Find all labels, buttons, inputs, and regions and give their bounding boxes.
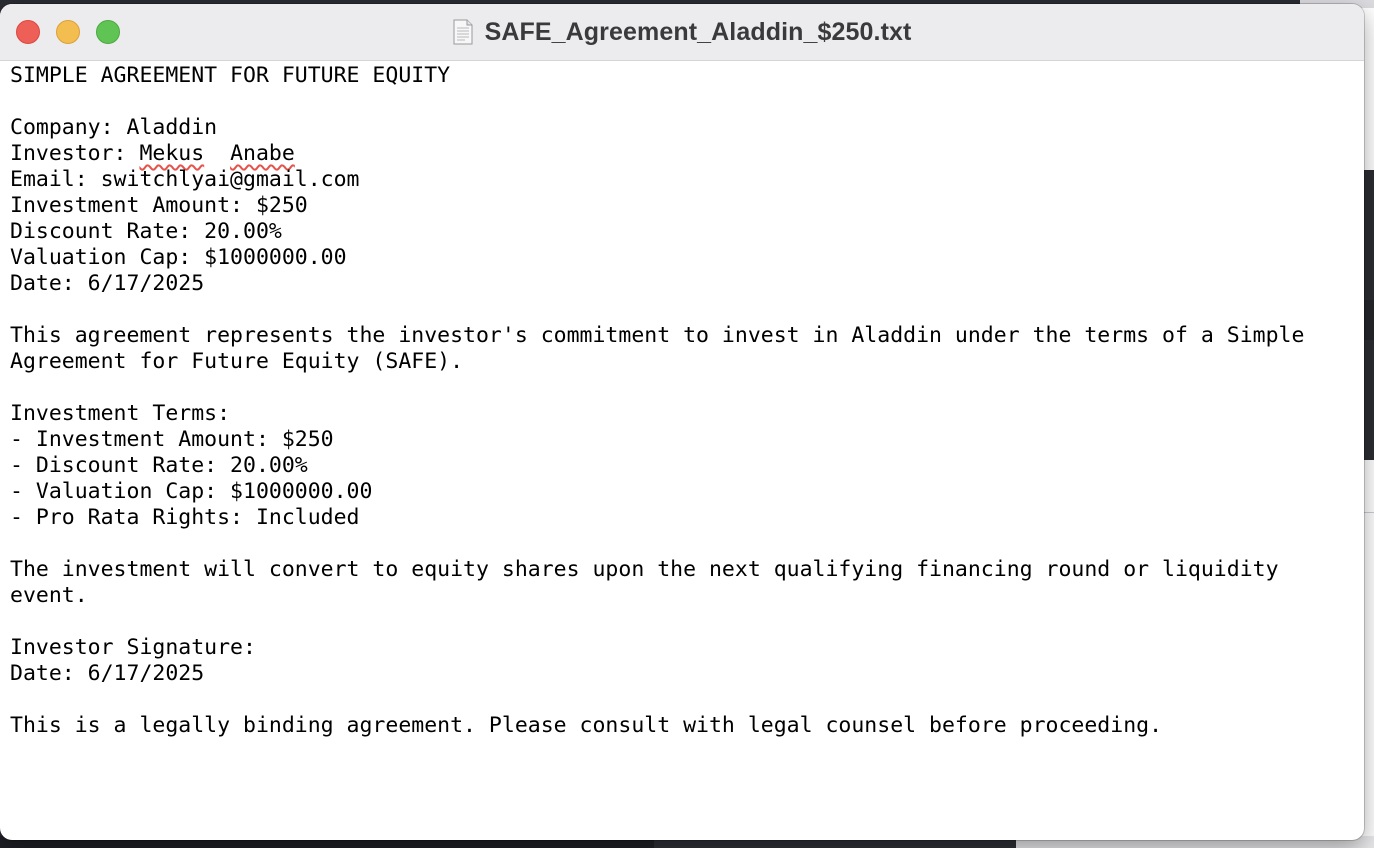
investor-label: Investor: xyxy=(10,141,140,166)
title-bar[interactable]: SAFE_Agreement_Aladdin_$250.txt xyxy=(0,4,1364,61)
signature-line: Investor Signature: xyxy=(10,635,256,660)
signature-date-line: Date: 6/17/2025 xyxy=(10,661,205,686)
email-line: Email: switchlyai@gmail.com xyxy=(10,167,360,192)
terms-heading: Investment Terms: xyxy=(10,401,231,426)
discount-line: Discount Rate: 20.00% xyxy=(10,219,282,244)
window-title-area: SAFE_Agreement_Aladdin_$250.txt xyxy=(0,4,1364,60)
intro-line-2: Agreement for Future Equity (SAFE). xyxy=(10,349,464,374)
investor-name-gap xyxy=(204,141,230,166)
text-editor-area[interactable]: SIMPLE AGREEMENT FOR FUTURE EQUITY Compa… xyxy=(10,60,1350,840)
disclaimer-line: This is a legally binding agreement. Ple… xyxy=(10,713,1163,738)
window-title: SAFE_Agreement_Aladdin_$250.txt xyxy=(484,17,912,46)
terms-item: - Discount Rate: 20.00% xyxy=(10,453,308,478)
text-document-icon[interactable] xyxy=(453,19,473,45)
investor-first-name[interactable]: Mekus xyxy=(139,141,204,166)
textedit-window: SAFE_Agreement_Aladdin_$250.txt SIMPLE A… xyxy=(0,4,1364,840)
terms-item: - Investment Amount: $250 xyxy=(10,427,334,452)
amount-line: Investment Amount: $250 xyxy=(10,193,308,218)
date-line: Date: 6/17/2025 xyxy=(10,271,205,296)
company-line: Company: Aladdin xyxy=(10,115,218,140)
intro-line-1: This agreement represents the investor's… xyxy=(10,323,1305,348)
terms-item: - Pro Rata Rights: Included xyxy=(10,505,360,530)
investor-last-name[interactable]: Anabe xyxy=(230,141,295,166)
terms-item: - Valuation Cap: $1000000.00 xyxy=(10,479,373,504)
conversion-line-2: event. xyxy=(10,583,88,608)
valuation-cap-line: Valuation Cap: $1000000.00 xyxy=(10,245,347,270)
document-heading: SIMPLE AGREEMENT FOR FUTURE EQUITY xyxy=(10,63,451,88)
conversion-line-1: The investment will convert to equity sh… xyxy=(10,557,1279,582)
investor-line: Investor: Mekus Anabe xyxy=(10,141,295,167)
